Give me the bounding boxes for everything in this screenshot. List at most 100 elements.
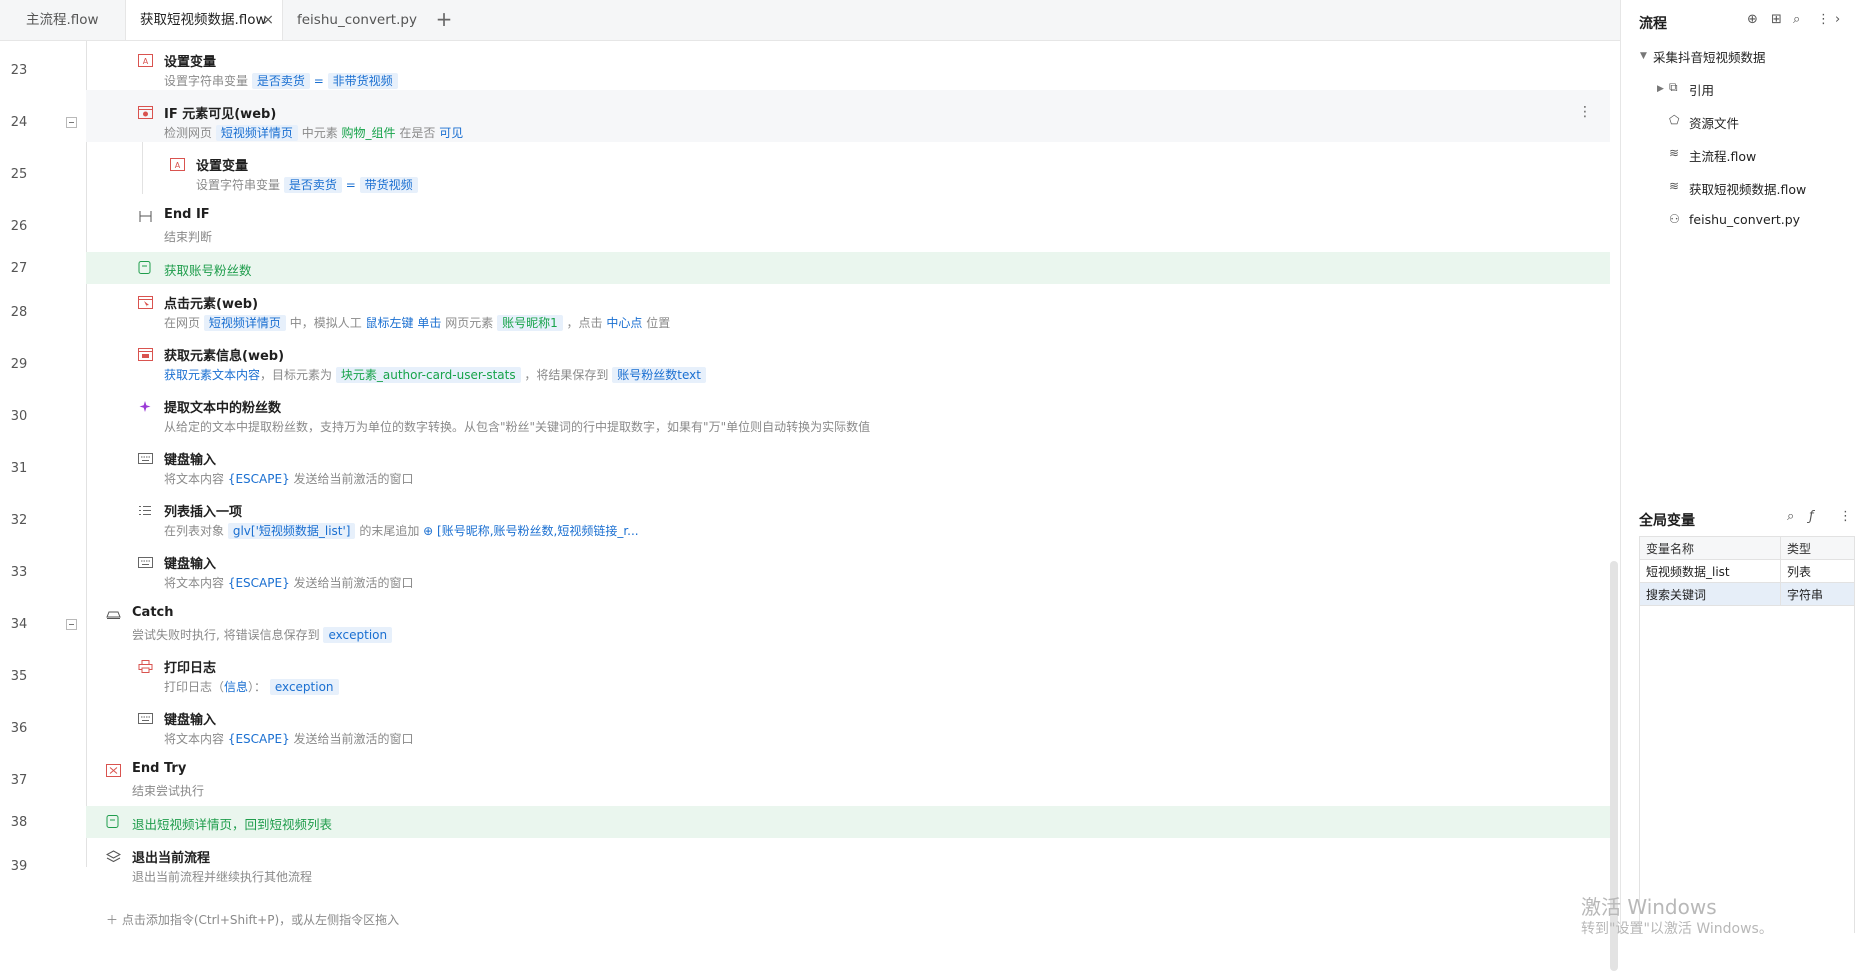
step-desc: 从给定的文本中提取粉丝数，支持万为单位的数字转换。从包含"粉丝"关键词的行中提取… [164, 420, 871, 434]
step-desc: 在网页 短视频详情页 中，模拟人工 鼠标左键 单击 网页元素 账号昵称1 ，点击… [164, 315, 671, 331]
expand-icon[interactable]: ▼ [1640, 51, 1647, 61]
add-tab-button[interactable]: + [432, 6, 456, 32]
tree-item-reference[interactable]: 引用 [1689, 80, 1714, 99]
close-icon[interactable]: × [262, 0, 274, 40]
python-file-icon: ⚇ [1669, 212, 1680, 226]
function-icon[interactable]: ƒ [1809, 509, 1814, 524]
add-module-icon[interactable]: ⊞ [1771, 12, 1782, 27]
var-type: 字符串 [1780, 582, 1855, 606]
step-title: IF 元素可见(web) [164, 107, 277, 122]
end-if-icon [139, 211, 152, 222]
step-title: 键盘输入 [164, 453, 217, 468]
line-number: 33 [10, 565, 28, 580]
tab-label: 获取短视频数据.flow [140, 12, 267, 28]
indent-guide [142, 142, 143, 194]
comment-icon [138, 261, 151, 274]
step-desc: 获取元素文本内容，目标元素为 块元素_author-card-user-stat… [164, 366, 706, 383]
step-title: 打印日志 [164, 661, 217, 676]
keyboard-icon [138, 713, 153, 724]
activation-watermark-title: 激活 Windows [1581, 895, 1717, 919]
end-try-icon [106, 764, 121, 777]
right-panel: 流程 ⊕ ⊞ ⌕ ⋮ › ▼ 采集抖音短视频数据 ▶ ⧉ 引用 ⬠ 资源文件 ≋… [1620, 0, 1863, 933]
step-title: 键盘输入 [164, 557, 217, 572]
tab-label: feishu_convert.py [297, 12, 417, 28]
step-desc: 将文本内容 {ESCAPE} 发送给当前激活的窗口 [164, 732, 414, 746]
line-number: 26 [10, 219, 28, 234]
tab-label: 主流程.flow [26, 12, 99, 28]
col-header-type[interactable]: 类型 [1780, 536, 1855, 560]
indent-guide [86, 41, 87, 867]
tree-item-main-flow[interactable]: 主流程.flow [1689, 146, 1756, 165]
exit-flow-icon [106, 850, 121, 863]
expand-icon[interactable]: ▶ [1657, 84, 1664, 94]
table-row[interactable]: 搜索关键词 字符串 [1639, 582, 1855, 606]
var-name: 搜索关键词 [1639, 582, 1781, 606]
collapse-panel-icon[interactable]: › [1835, 12, 1840, 27]
variable-icon: A [138, 54, 153, 67]
line-number: 25 [10, 167, 28, 182]
col-header-name[interactable]: 变量名称 [1639, 536, 1781, 560]
tree-item-resources[interactable]: 资源文件 [1689, 113, 1739, 132]
sparkle-icon [139, 401, 151, 412]
line-number: 35 [10, 669, 28, 684]
step-desc: 退出当前流程并继续执行其他流程 [132, 870, 313, 884]
comment-icon [106, 815, 119, 828]
comment-text: 退出短视频详情页，回到短视频列表 [132, 817, 333, 832]
activation-watermark-subtitle: 转到"设置"以激活 Windows。 [1581, 921, 1773, 937]
fold-toggle[interactable] [66, 619, 77, 630]
line-number: 32 [10, 513, 28, 528]
more-icon[interactable]: ⋮ [1817, 12, 1830, 27]
resource-icon: ⬠ [1669, 113, 1680, 127]
list-icon [139, 506, 151, 515]
line-number: 29 [10, 357, 28, 372]
catch-icon [106, 611, 121, 619]
fold-toggle[interactable] [66, 117, 77, 128]
line-number: 31 [10, 461, 28, 476]
step-desc: 检测网页 短视频详情页 中元素 购物_组件 在是否 可见 [164, 125, 464, 141]
line-number: 30 [10, 409, 28, 424]
step-desc: 将文本内容 {ESCAPE} 发送给当前激活的窗口 [164, 472, 414, 486]
add-command-hint[interactable]: ＋ 点击添加指令(Ctrl+Shift+P)，或从左侧指令区拖入 [106, 911, 399, 928]
step-desc: 结束尝试执行 [132, 784, 205, 798]
line-number: 27 [10, 261, 28, 276]
reference-icon: ⧉ [1669, 80, 1678, 94]
step-desc: 结束判断 [164, 230, 213, 244]
line-number: 37 [10, 773, 28, 788]
tab-bar: 主流程.flow 获取短视频数据.flow × feishu_convert.p… [0, 0, 1620, 41]
browser-check-icon [138, 106, 153, 119]
line-number: 39 [10, 859, 28, 874]
tab-main-flow[interactable]: 主流程.flow [12, 0, 113, 40]
line-number: 24 [10, 115, 28, 130]
flow-panel-title: 流程 [1639, 16, 1667, 32]
tab-get-video-data[interactable]: 获取短视频数据.flow × [125, 0, 283, 40]
step-desc: 设置字符串变量 是否卖货 = 带货视频 [196, 176, 418, 193]
tree-item-get-video-flow[interactable]: 获取短视频数据.flow [1689, 179, 1806, 198]
tree-item-feishu-py[interactable]: feishu_convert.py [1689, 212, 1800, 227]
step-title: 设置变量 [164, 55, 217, 70]
keyboard-icon [138, 557, 153, 568]
flow-file-icon: ≋ [1669, 146, 1680, 160]
tab-feishu-convert[interactable]: feishu_convert.py [283, 0, 431, 40]
step-desc: 将文本内容 {ESCAPE} 发送给当前激活的窗口 [164, 576, 414, 590]
search-icon[interactable]: ⌕ [1787, 509, 1794, 524]
search-icon[interactable]: ⌕ [1793, 12, 1800, 27]
step-title: 获取元素信息(web) [164, 349, 285, 364]
tree-root[interactable]: 采集抖音短视频数据 [1653, 47, 1766, 66]
more-menu-icon[interactable]: ⋮ [1578, 104, 1592, 120]
vars-panel-title: 全局变量 [1639, 513, 1695, 529]
add-flow-icon[interactable]: ⊕ [1747, 12, 1758, 27]
step-title: 设置变量 [196, 159, 249, 174]
comment-row[interactable] [86, 252, 1610, 284]
more-icon[interactable]: ⋮ [1839, 509, 1852, 524]
step-title: Catch [132, 605, 174, 620]
step-desc: 在列表对象 glv['短视频数据_list'] 的末尾追加 ⊕ [账号昵称,账号… [164, 523, 639, 539]
printer-icon [138, 660, 153, 673]
table-row[interactable]: 短视频数据_list 列表 [1639, 559, 1855, 583]
flow-file-icon: ≋ [1669, 179, 1680, 193]
step-title: End IF [164, 207, 210, 222]
flow-editor: 23 A 设置变量 设置字符串变量 是否卖货 = 非带货视频 ⋮ 24 IF 元… [0, 41, 1620, 971]
line-number: 38 [10, 815, 28, 830]
step-desc: 尝试失败时执行, 将错误信息保存到 exception [132, 626, 393, 643]
line-number: 28 [10, 305, 28, 320]
keyboard-icon [138, 453, 153, 464]
